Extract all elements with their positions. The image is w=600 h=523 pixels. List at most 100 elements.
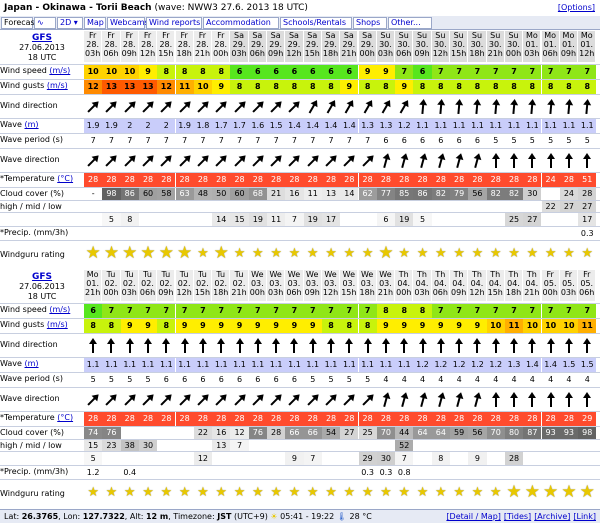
cell-cloud_high: 76 <box>248 427 267 439</box>
direction-arrow-icon <box>505 336 523 356</box>
day-date: 04. <box>415 279 429 288</box>
cell-cloud_mid: 52 <box>395 440 414 451</box>
day-name: Mo <box>525 31 538 40</box>
cell-cloud_mid <box>121 201 139 212</box>
tab-2[interactable]: 2D ▾ <box>57 17 83 29</box>
time-header-cell: Su 30. 21h <box>486 31 505 62</box>
cell-cloud_mid: 13 <box>212 440 231 451</box>
day-date: 05. <box>562 279 575 288</box>
hour: 18h <box>469 49 485 58</box>
cell-temperature: 28 <box>340 173 359 187</box>
cell-cloud_low <box>542 452 560 465</box>
cell-wave: 1.1 <box>248 358 267 372</box>
cell-wave: 1.1 <box>193 358 213 372</box>
model-link[interactable]: GFS <box>32 33 52 43</box>
cell-cloud_low <box>230 452 248 465</box>
cell-wind_gusts: 9 <box>230 319 249 333</box>
cell-precip <box>285 227 303 240</box>
cell-wave_period: 4 <box>566 375 572 384</box>
rating-star-icon: ★ <box>325 246 337 261</box>
time-header-cell: Fr 28. 06h <box>102 31 121 62</box>
cell-cloud_high: - <box>91 189 95 198</box>
unit-link[interactable]: (m/s) <box>49 66 70 75</box>
cell-cloud_low <box>139 213 157 226</box>
day-name: Th <box>398 270 409 279</box>
tab-9[interactable]: Other... <box>388 17 432 29</box>
rating-star-icon: ★ <box>325 485 337 500</box>
direction-arrow-icon <box>267 336 285 356</box>
cell-wind_gusts: 8 <box>486 80 505 94</box>
options-link[interactable]: [Options] <box>558 3 595 12</box>
tab-0[interactable]: Forecast <box>1 17 38 29</box>
row-label-text: Windguru rating <box>0 250 65 259</box>
time-header-cell: Mo 01. 06h <box>541 31 560 62</box>
unit-link[interactable]: (m/s) <box>49 305 70 314</box>
unit-link[interactable]: (°C) <box>57 413 73 422</box>
day-date: 30. <box>452 40 466 49</box>
tab-3[interactable]: Map <box>84 17 106 29</box>
unit-link[interactable]: (°C) <box>57 174 73 183</box>
cell-wave: 1.1 <box>504 119 524 133</box>
cell-cloud_mid <box>285 201 303 212</box>
day-name: Mo <box>562 31 575 40</box>
row-label-wind_dir: Wind direction <box>0 101 84 111</box>
forecast-block-1: GFS 27.06.2013 18 UTC Mo 01. 21h Tu 02. 00h Tu 02.… <box>0 270 600 508</box>
day-date: 02. <box>177 279 191 288</box>
cell-cloud_high: 25 <box>358 427 377 439</box>
row-label-text: Wave direction <box>0 394 60 403</box>
footer-link-1[interactable]: [Tides] <box>504 512 531 521</box>
direction-arrow-icon <box>523 151 541 171</box>
cell-temperature: 28 <box>248 173 267 187</box>
cell-wave_period: 5 <box>145 375 151 384</box>
cell-cloud_mid <box>230 201 248 212</box>
row-label-wind_gusts: Wind gusts (m/s) <box>0 81 84 91</box>
row-label-wind_speed: Wind speed (m/s) <box>0 305 84 315</box>
cell-cloud_mid: 27 <box>578 201 597 212</box>
day-date: 01. <box>86 279 100 288</box>
tab-8[interactable]: Shops <box>353 17 387 29</box>
cell-cloud_mid <box>468 201 486 212</box>
cell-wave: 1.3 <box>358 119 377 133</box>
unit-link[interactable]: (m/s) <box>47 81 68 90</box>
cell-wind_gusts: 8 <box>303 80 322 94</box>
cell-wind_gusts: 8 <box>504 80 524 94</box>
cell-cloud_high <box>157 427 175 439</box>
row-label-cloud_mid: high / mid / low <box>0 441 84 451</box>
direction-arrow-icon <box>121 336 139 356</box>
time-header-cell: We 03. 00h <box>248 270 267 301</box>
day-name: We <box>269 270 282 279</box>
time-header-cell: We 03. 12h <box>321 270 341 301</box>
model-link[interactable]: GFS <box>32 272 52 282</box>
cell-precip <box>468 227 486 240</box>
cell-wave: 1.7 <box>230 119 249 133</box>
cell-cloud_low: 17 <box>321 213 341 226</box>
unit-link[interactable]: (m) <box>25 359 39 368</box>
unit-link[interactable]: (m) <box>25 120 39 129</box>
rating-star-icon: ★ <box>526 246 539 261</box>
row-label-text: Cloud cover (%) <box>0 428 65 437</box>
tab-7[interactable]: Schools/Rentals <box>280 17 352 29</box>
day-name: Sa <box>343 31 354 40</box>
cell-wave: 1.3 <box>376 119 396 133</box>
tab-6[interactable]: Accommodation <box>203 17 279 29</box>
tab-1[interactable]: ∿ <box>34 17 56 29</box>
tab-4[interactable]: Webcams <box>107 17 149 29</box>
cell-precip <box>523 227 541 240</box>
cell-cloud_high: 70 <box>486 427 505 439</box>
cell-cloud_mid <box>194 440 212 451</box>
direction-arrow-icon <box>102 97 120 117</box>
cell-wave_period: 4 <box>493 375 499 384</box>
cell-precip <box>578 466 596 479</box>
cell-wind_gusts: 8 <box>578 80 597 94</box>
cell-cloud_low <box>139 452 157 465</box>
unit-link[interactable]: (m/s) <box>47 320 68 329</box>
tab-5[interactable]: Wind reports <box>146 17 202 29</box>
footer-link-0[interactable]: [Detail / Map] <box>446 512 500 521</box>
cell-wave: 2 <box>138 119 158 133</box>
hour: 09h <box>121 49 137 58</box>
cell-precip <box>285 466 303 479</box>
cell-cloud_mid <box>523 440 541 451</box>
footer-link-2[interactable]: [Archive] <box>534 512 570 521</box>
footer-link-3[interactable]: [Link] <box>573 512 596 521</box>
row-label-text: Wind speed <box>0 305 47 314</box>
